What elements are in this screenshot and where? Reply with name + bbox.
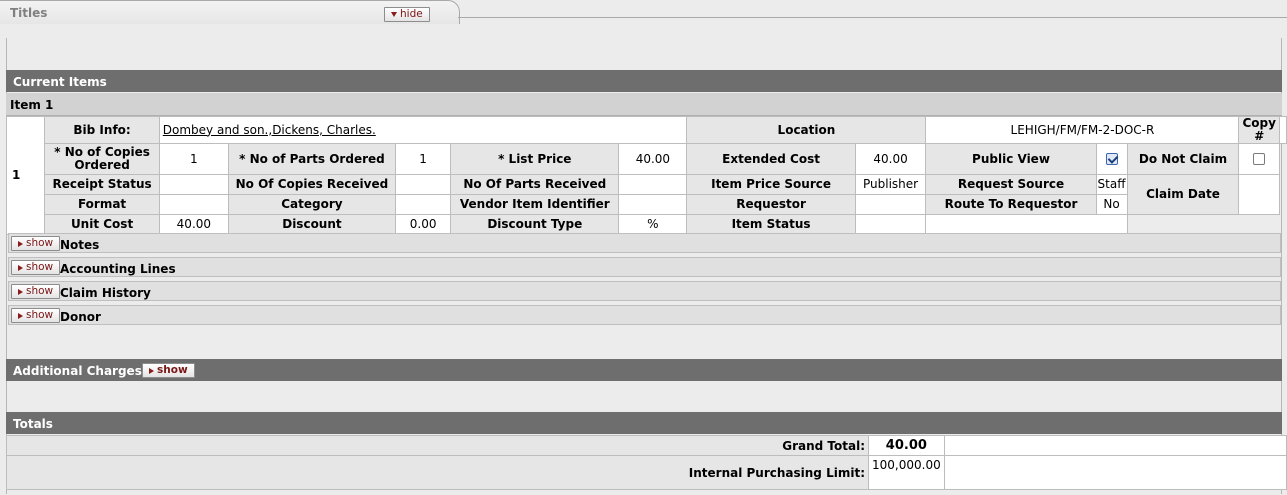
notes-label: Notes	[60, 238, 100, 252]
parts-received-label: No Of Parts Received	[450, 174, 620, 195]
public-view-label: Public View	[925, 143, 1097, 175]
totals-header: Totals	[6, 412, 1282, 434]
receipt-status-value	[158, 174, 229, 195]
internal-purchasing-limit-label: Internal Purchasing Limit:	[6, 455, 869, 490]
tab-divider	[458, 17, 1287, 18]
unit-cost-label: Unit Cost	[44, 214, 160, 235]
donor-subtab: show Donor	[8, 305, 1281, 325]
extended-cost-value: 40.00	[854, 143, 927, 175]
donor-show-label: show	[26, 309, 54, 321]
unit-cost-value: 40.00	[158, 214, 229, 235]
bib-info-label: Bib Info:	[44, 116, 160, 144]
claim-history-label: Claim History	[60, 286, 151, 300]
item-row-number: 1	[5, 116, 46, 235]
claim-date-value	[1238, 174, 1280, 215]
bib-info-link[interactable]: Dombey and son.,Dickens, Charles.	[163, 123, 376, 137]
notes-subtab: show Notes	[8, 233, 1281, 253]
grand-total-value: 40.00	[868, 435, 945, 456]
additional-charges-title: Additional Charges	[13, 364, 142, 378]
requestor-value	[854, 194, 927, 215]
titles-tab-strip: Titles hide	[0, 0, 1287, 26]
item-status-spacer	[925, 214, 1128, 235]
discount-value: 0.00	[394, 214, 452, 235]
route-to-requestor-value: No	[1095, 194, 1128, 215]
list-price-value: 40.00	[618, 143, 688, 175]
grand-total-label: Grand Total:	[6, 435, 869, 456]
public-view-cell	[1095, 143, 1128, 175]
claim-date-label: Claim Date	[1126, 174, 1240, 215]
item-header: Item 1	[6, 93, 1282, 116]
vendor-item-identifier-value	[618, 194, 688, 215]
copies-received-value	[394, 174, 452, 195]
discount-type-value: %	[618, 214, 688, 235]
format-value	[158, 194, 229, 215]
internal-purchasing-limit-spacer	[943, 455, 1287, 490]
copy-number-label: Copy #	[1238, 116, 1280, 144]
discount-type-label: Discount Type	[450, 214, 620, 235]
copies-ordered-label: * No of Copies Ordered	[44, 143, 160, 175]
category-value	[394, 194, 452, 215]
current-items-title: Current Items	[13, 75, 107, 89]
claim-history-show-label: show	[26, 285, 54, 297]
item-header-label: Item 1	[10, 98, 54, 112]
parts-ordered-value: 1	[394, 143, 452, 175]
item-price-source-value: Publisher	[854, 174, 927, 195]
notes-show-label: show	[26, 237, 54, 249]
claim-history-show-button[interactable]: show	[11, 284, 61, 299]
do-not-claim-label: Do Not Claim	[1126, 143, 1240, 175]
item-price-source-label: Item Price Source	[686, 174, 856, 195]
location-value: LEHIGH/FM/FM-2-DOC-R	[925, 116, 1240, 144]
item-status-label: Item Status	[686, 214, 856, 235]
discount-label: Discount	[227, 214, 396, 235]
parts-received-value	[618, 174, 688, 195]
extended-cost-label: Extended Cost	[686, 143, 856, 175]
do-not-claim-cell	[1238, 143, 1280, 175]
empty-cell	[1127, 214, 1280, 235]
public-view-checkbox[interactable]	[1105, 153, 1118, 165]
request-source-label: Request Source	[925, 174, 1097, 195]
triangle-right-icon	[149, 367, 154, 374]
additional-charges-header: Additional Charges show	[6, 359, 1282, 381]
location-label: Location	[686, 116, 927, 144]
triangle-right-icon	[18, 288, 23, 295]
hide-button-label: hide	[400, 8, 423, 20]
requestor-label: Requestor	[686, 194, 856, 215]
current-items-header: Current Items	[6, 70, 1282, 92]
additional-charges-show-button[interactable]: show	[142, 363, 195, 378]
totals-title: Totals	[13, 417, 53, 431]
copies-ordered-value: 1	[158, 143, 229, 175]
vendor-item-identifier-label: Vendor Item Identifier	[450, 194, 620, 215]
additional-charges-show-label: show	[157, 364, 188, 376]
accounting-lines-show-button[interactable]: show	[11, 260, 61, 275]
route-to-requestor-label: Route To Requestor	[925, 194, 1097, 215]
tab-title: Titles	[10, 6, 48, 20]
triangle-down-icon	[391, 12, 397, 17]
receipt-status-label: Receipt Status	[44, 174, 160, 195]
do-not-claim-checkbox[interactable]	[1253, 153, 1266, 165]
grand-total-spacer	[943, 435, 1287, 456]
accounting-lines-show-label: show	[26, 261, 54, 273]
item-status-value	[854, 214, 927, 235]
item-detail-table: 1 Bib Info: Dombey and son.,Dickens, Cha…	[5, 116, 1287, 235]
format-label: Format	[44, 194, 160, 215]
triangle-right-icon	[18, 240, 23, 247]
claim-history-subtab: show Claim History	[8, 281, 1281, 301]
category-label: Category	[227, 194, 396, 215]
bib-info-cell: Dombey and son.,Dickens, Charles.	[158, 116, 688, 144]
totals-table: Grand Total: 40.00 Internal Purchasing L…	[6, 435, 1287, 490]
triangle-right-icon	[18, 312, 23, 319]
parts-ordered-label: * No of Parts Ordered	[227, 143, 396, 175]
hide-button[interactable]: hide	[384, 7, 430, 22]
internal-purchasing-limit-value: 100,000.00	[868, 455, 945, 490]
accounting-lines-label: Accounting Lines	[60, 262, 176, 276]
notes-show-button[interactable]: show	[11, 236, 61, 251]
accounting-lines-subtab: show Accounting Lines	[8, 257, 1281, 277]
list-price-label: * List Price	[450, 143, 620, 175]
copies-received-label: No Of Copies Received	[227, 174, 396, 195]
donor-show-button[interactable]: show	[11, 308, 61, 323]
request-source-value: Staff	[1095, 174, 1128, 195]
donor-label: Donor	[60, 310, 101, 324]
triangle-right-icon	[18, 264, 23, 271]
copy-number-value	[1279, 116, 1287, 144]
